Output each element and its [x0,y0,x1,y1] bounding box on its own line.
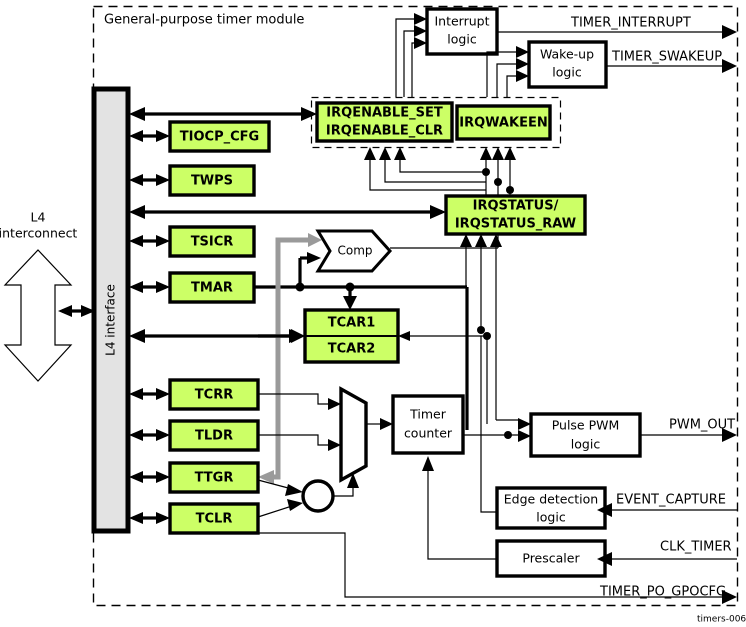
or-gate-circle [301,479,335,513]
l4-interconnect-arrow [3,249,73,382]
wakeup-logic-label-line1: Wake-up [540,47,594,62]
l4-interconnect-label-line2: interconnect [0,226,77,241]
timer-counter-label-line2: counter [404,426,453,441]
twps-label: TWPS [191,174,233,189]
module-title: General-purpose timer module [104,13,304,28]
ttgr-label: TTGR [195,471,234,486]
prescaler-to-counter-wire [422,456,497,560]
l4-interface-label: L4 interface [104,284,118,356]
irqenable-set-label: IRQENABLE_SET [326,106,443,121]
irqstatus-label: IRQSTATUS/ [473,199,559,214]
figure-id: timers-006 [697,615,746,625]
irqstatus-feeders [364,147,516,196]
timer-counter-label-line1: Timer [409,407,447,422]
mux-inputs [258,393,341,451]
irqenable-clr-label: IRQENABLE_CLR [326,124,443,139]
diagram-canvas: General-purpose timer module timers-006 … [0,5,746,625]
register-bus-links [129,130,170,524]
tiocp-cfg-label: TIOCP_CFG [180,130,259,145]
event-capture-label: EVENT_CAPTURE [616,493,726,508]
tcrr-label: TCRR [195,388,233,403]
comparator-label: Comp [337,244,372,258]
mux-to-counter-wire [366,418,393,430]
tcar1-label: TCAR1 [328,316,376,331]
clk-timer-label: CLK_TIMER [660,540,732,555]
edge-detection-output-wire [480,336,497,513]
irqstatus-to-interface-bus [129,205,446,219]
l4-interconnect-label-line1: L4 [31,210,46,225]
interconnect-interface-link [58,305,95,317]
irqwakeen-label: IRQWAKEEN [459,116,547,131]
pulse-pwm-label-line2: logic [571,437,601,452]
edge-detection-label-line2: logic [536,510,566,525]
interrupt-logic-label-line2: logic [447,32,477,47]
tldr-label: TLDR [195,429,233,444]
tclr-label: TCLR [196,512,233,527]
timer-swakeup-label: TIMER_SWAKEUP [611,50,722,65]
or-gate-inputs [257,479,303,518]
prescaler-label: Prescaler [522,551,580,566]
irqenable-to-interface-bus [129,107,317,121]
tsicr-label: TSICR [191,235,234,250]
timer-block-diagram: General-purpose timer module timers-006 … [0,0,746,627]
counter-output-wires [463,431,520,439]
tcar2-label: TCAR2 [328,342,376,357]
tcar-left-input [258,329,305,343]
timer-counter-block [391,394,465,455]
edge-detection-label-line1: Edge detection [504,492,598,507]
timer-interrupt-label: TIMER_INTERRUPT [570,16,691,31]
register-blocks: TIOCP_CFG TWPS TSICR TMAR TCRR TLDR TTGR… [168,120,271,535]
tmar-label: TMAR [191,281,233,296]
pwm-out-label: PWM_OUT [669,418,735,433]
input-multiplexer [339,386,368,483]
interrupt-logic-inputs [395,13,427,97]
interrupt-logic-label-line1: Interrupt [434,14,489,29]
pulse-pwm-label-line1: Pulse PWM [552,418,620,433]
wakeup-logic-label-line2: logic [552,65,582,80]
irqstatus-raw-label: IRQSTATUS_RAW [455,217,576,232]
timer-po-gpocfg-label: TIMER_PO_GPOCFG [599,585,726,600]
